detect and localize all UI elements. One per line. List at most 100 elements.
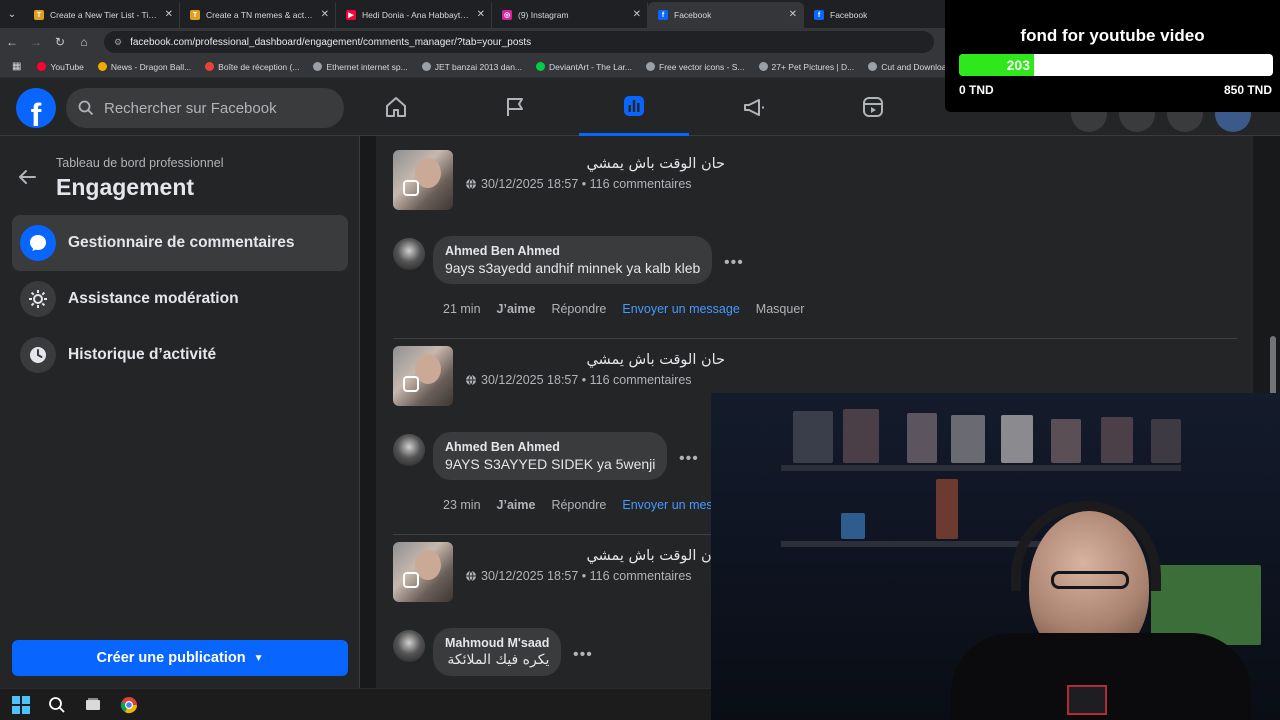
shelf-item — [1101, 417, 1133, 463]
commenter-avatar[interactable] — [393, 630, 425, 662]
tab-search-icon[interactable]: ⌄ — [0, 0, 24, 28]
close-tab-icon[interactable]: ✕ — [321, 9, 329, 20]
bookmark-favicon-icon — [758, 62, 768, 71]
tab-label: Create a New Tier List - TierMaker — [50, 10, 159, 20]
post-thumbnail[interactable] — [393, 542, 453, 602]
bookmark-item[interactable]: Boîte de réception (... — [199, 62, 305, 72]
flag-icon — [507, 98, 523, 116]
bookmark-item[interactable]: Free vector icons - S... — [640, 62, 751, 72]
shelf-item — [1001, 415, 1033, 463]
tab-favicon-icon: f — [658, 10, 668, 20]
bookmarks-list: YouTube News - Dragon Ball... Boîte de réc… — [31, 62, 1005, 72]
search-icon[interactable] — [46, 694, 68, 716]
bookmark-item[interactable]: YouTube — [31, 62, 89, 72]
bookmark-item[interactable]: JET banzai 2013 dan... — [416, 62, 528, 72]
more-options-icon[interactable]: ••• — [573, 646, 593, 664]
sidebar-item-moderation-assist[interactable]: Assistance modération — [12, 271, 348, 327]
post-title[interactable]: حان الوقت باش يمشي — [465, 352, 725, 368]
post-date-comments: 30/12/2025 18:57 • 116 commentaires — [481, 569, 692, 583]
bookmark-label: Boîte de réception (... — [218, 61, 300, 72]
browser-tab[interactable]: T Create a New Tier List - TierMaker ✕ — [24, 2, 180, 28]
comment-bubble: Ahmed Ben Ahmed 9AYS S3AYYED SIDEK ya 5we… — [433, 432, 668, 480]
sidebar-item-label: Assistance modération — [68, 290, 239, 307]
bookmark-favicon-icon — [37, 62, 47, 71]
donation-min: 0 TND — [959, 83, 994, 97]
browser-tab[interactable]: fFacebook✕ — [804, 2, 960, 28]
webcam-overlay — [711, 393, 1280, 720]
browser-tab[interactable]: ▶ Hedi Donia - Ana Habbaytou | ✕ — [336, 2, 492, 28]
bookmark-item[interactable]: News - Dragon Ball... — [92, 62, 197, 72]
nav-reels[interactable] — [818, 78, 928, 136]
commenter-avatar[interactable] — [393, 434, 425, 466]
bookmark-item[interactable]: Ethernet internet sp... — [307, 62, 413, 72]
nav-ads[interactable] — [699, 78, 809, 136]
post-title[interactable]: حان الوقت باش يمشي — [465, 156, 725, 172]
url-text: facebook.com/professional_dashboard/enga… — [130, 36, 532, 48]
create-post-button[interactable]: Créer une publication ▼ — [12, 640, 348, 676]
donation-max: 850 TND — [1223, 83, 1272, 97]
reply-button[interactable]: Répondre — [551, 498, 606, 512]
nav-pages[interactable] — [460, 78, 570, 136]
back-icon[interactable]: ← — [0, 28, 24, 56]
commenter-name[interactable]: Mahmoud M'saad — [445, 636, 549, 650]
forward-icon[interactable]: → — [24, 28, 48, 56]
post-thumbnail[interactable] — [393, 150, 453, 210]
post-thumbnail[interactable] — [393, 346, 453, 406]
donation-progress-bar: 203 — [959, 54, 1273, 76]
apps-icon[interactable]: ▦ — [6, 61, 27, 72]
sidebar-item-activity-history[interactable]: Historique d’activité — [12, 327, 348, 383]
search-icon — [78, 100, 94, 116]
like-button[interactable]: J’aime — [497, 302, 536, 316]
bookmark-item[interactable]: 27+ Pet Pictures | D... — [753, 62, 861, 72]
reload-icon[interactable]: ↻ — [48, 28, 72, 56]
post-title[interactable]: حان الوقت باش يمشي — [465, 548, 725, 564]
comment-text: 9ays s3ayedd andhif minnek ya kalb kleb — [445, 260, 701, 276]
comment-time: 21 min — [443, 302, 481, 316]
more-options-icon[interactable]: ••• — [679, 450, 699, 468]
commenter-name[interactable]: Ahmed Ben Ahmed — [445, 244, 700, 258]
bookmark-item[interactable]: DeviantArt - The Lar... — [530, 62, 638, 72]
close-tab-icon[interactable]: ✕ — [789, 9, 797, 20]
browser-tab[interactable]: ◎ (9) Instagram ✕ — [492, 2, 648, 28]
reply-button[interactable]: Répondre — [551, 302, 606, 316]
bookmark-favicon-icon — [536, 62, 546, 71]
more-options-icon[interactable]: ••• — [724, 254, 744, 272]
comment-bubble: Mahmoud M'saad يكره فيك الملائكة — [433, 628, 562, 676]
commenter-avatar[interactable] — [393, 238, 425, 270]
post-meta: 30/12/2025 18:57 • 116 commentaires — [465, 373, 692, 387]
close-tab-icon[interactable]: ✕ — [165, 9, 173, 20]
commenter-name[interactable]: Ahmed Ben Ahmed — [445, 440, 655, 454]
windows-start-icon[interactable] — [10, 694, 32, 716]
like-button[interactable]: J’aime — [497, 498, 536, 512]
back-arrow-icon[interactable] — [16, 166, 38, 188]
tab-label: (9) Instagram — [518, 10, 569, 20]
donation-current-value: 203 — [1006, 57, 1030, 73]
globe-icon — [466, 570, 476, 582]
nav-home[interactable] — [341, 78, 451, 136]
bookmark-label: YouTube — [50, 61, 84, 72]
scrollbar[interactable] — [1270, 336, 1276, 396]
tab-label: Facebook — [830, 10, 868, 20]
shelf — [781, 465, 1181, 471]
home-icon[interactable]: ⌂ — [72, 28, 96, 56]
post-meta: 30/12/2025 18:57 • 116 commentaires — [465, 569, 692, 583]
sidebar-item-comments-manager[interactable]: Gestionnaire de commentaires — [12, 215, 348, 271]
search-box[interactable]: Rechercher sur Facebook — [66, 88, 344, 128]
hide-button[interactable]: Masquer — [756, 302, 805, 316]
task-view-icon[interactable] — [82, 694, 104, 716]
nav-dashboard[interactable] — [579, 78, 689, 136]
browser-tab[interactable]: fFacebook✕ — [648, 2, 804, 28]
site-info-icon[interactable]: ⚙ — [114, 37, 122, 48]
comment-text: 9AYS S3AYYED SIDEK ya 5wenji — [445, 456, 656, 472]
send-message-button[interactable]: Envoyer un message — [622, 302, 739, 316]
comment-bubble: Ahmed Ben Ahmed 9ays s3ayedd andhif minne… — [433, 236, 713, 284]
left-sidebar: Tableau de bord professionnel Engagement… — [0, 136, 360, 688]
tab-label: Create a TN memes & actu 2025 — [206, 10, 315, 20]
address-bar[interactable]: ⚙ facebook.com/professional_dashboard/en… — [104, 31, 934, 53]
bookmark-favicon-icon — [421, 62, 431, 71]
facebook-logo[interactable]: f — [16, 88, 56, 128]
browser-tab[interactable]: T Create a TN memes & actu 2025 ✕ — [180, 2, 336, 28]
close-tab-icon[interactable]: ✕ — [477, 9, 485, 20]
chrome-icon[interactable] — [118, 694, 140, 716]
close-tab-icon[interactable]: ✕ — [633, 9, 641, 20]
